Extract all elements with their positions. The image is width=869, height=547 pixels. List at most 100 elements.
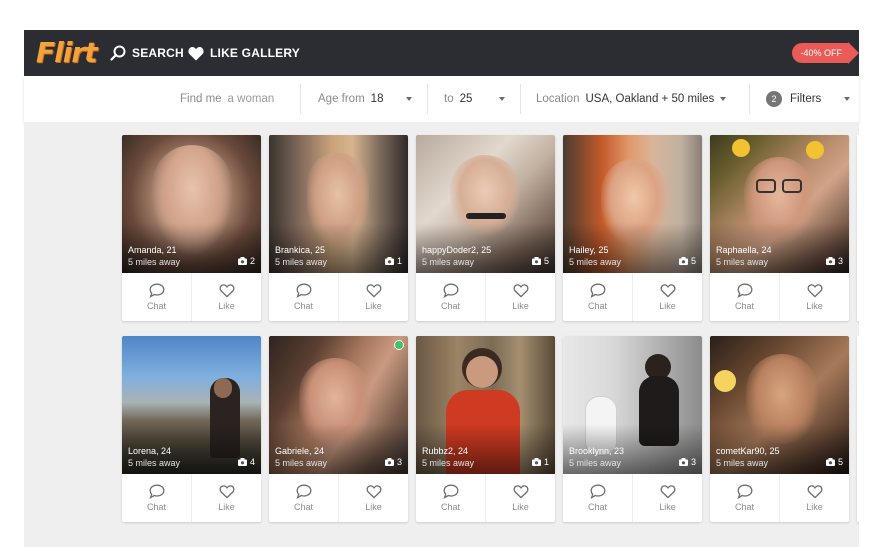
profile-name: Rubbz2, 24 xyxy=(422,446,469,456)
profile-card[interactable]: Raphaella, 24 5 miles away 3 Chat Like xyxy=(710,135,849,321)
chat-bubble-icon xyxy=(148,484,164,499)
filters-button[interactable]: 2 Filters xyxy=(766,86,852,112)
discount-promo-button[interactable]: -40% OFF xyxy=(792,42,859,64)
profile-distance: 5 miles away xyxy=(128,257,181,267)
card-actions: Chat Like xyxy=(269,273,408,321)
profile-card[interactable]: Gabriele, 24 5 miles away 3 Chat Like xyxy=(269,336,408,522)
like-button[interactable]: Like xyxy=(486,273,555,321)
chat-button[interactable]: Chat xyxy=(563,474,633,522)
like-button[interactable]: Like xyxy=(339,273,408,321)
nav-search[interactable]: SEARCH xyxy=(110,30,184,76)
heart-outline-icon xyxy=(513,485,528,499)
photo-count: 3 xyxy=(678,457,696,467)
camera-icon xyxy=(237,257,247,265)
chevron-down-icon xyxy=(406,97,412,101)
card-actions: Chat Like xyxy=(122,474,261,522)
like-button[interactable]: Like xyxy=(192,273,261,321)
find-me-filter[interactable]: Find me a woman xyxy=(180,86,274,112)
chat-button[interactable]: Chat xyxy=(122,474,192,522)
chat-button[interactable]: Chat xyxy=(269,474,339,522)
card-actions: Chat Like xyxy=(416,474,555,522)
profile-name: Hailey, 25 xyxy=(569,245,609,255)
profile-photo[interactable]: Gabriele, 24 5 miles away 3 xyxy=(269,336,408,474)
age-from-select[interactable]: Age from 18 xyxy=(318,86,418,112)
profile-card[interactable]: Rubbz2, 24 5 miles away 1 Chat Like xyxy=(416,336,555,522)
chat-button[interactable]: Chat xyxy=(269,273,339,321)
profile-name: Amanda, 21 xyxy=(128,245,177,255)
heart-outline-icon xyxy=(807,485,822,499)
profile-card-partial[interactable] xyxy=(857,135,859,321)
like-button[interactable]: Like xyxy=(780,474,849,522)
chat-bubble-icon xyxy=(442,283,458,298)
profile-card[interactable]: Hailey, 25 5 miles away 5 Chat Like xyxy=(563,135,702,321)
photo-count: 3 xyxy=(825,256,843,266)
photo-count: 3 xyxy=(384,457,402,467)
profile-distance: 5 miles away xyxy=(275,257,328,267)
chat-button[interactable]: Chat xyxy=(122,273,192,321)
chat-button[interactable]: Chat xyxy=(710,273,780,321)
location-select[interactable]: Location USA, Oakland + 50 miles xyxy=(536,86,726,112)
chat-bubble-icon xyxy=(442,484,458,499)
like-button[interactable]: Like xyxy=(633,474,702,522)
camera-icon xyxy=(678,257,688,265)
like-button[interactable]: Like xyxy=(339,474,408,522)
chevron-down-icon xyxy=(720,97,726,101)
logo-text: Flirt xyxy=(36,36,98,69)
profile-card[interactable]: cometKar90, 25 5 miles away 5 Chat Like xyxy=(710,336,849,522)
profile-photo[interactable]: Brooklynn, 23 5 miles away 3 xyxy=(563,336,702,474)
card-actions: Chat Like xyxy=(416,273,555,321)
profile-name: Brooklynn, 23 xyxy=(569,446,625,456)
heart-outline-icon xyxy=(660,284,675,298)
chat-button[interactable]: Chat xyxy=(563,273,633,321)
top-nav-bar: Flirt SEARCH LIKE GALLERY -40% OFF xyxy=(24,30,859,76)
heart-outline-icon xyxy=(660,485,675,499)
profile-distance: 5 miles away xyxy=(275,458,328,468)
nav-search-label: SEARCH xyxy=(132,46,184,60)
photo-count: 5 xyxy=(531,256,549,266)
chevron-down-icon xyxy=(499,97,505,101)
camera-icon xyxy=(384,458,394,466)
profile-distance: 5 miles away xyxy=(569,257,622,267)
chat-button[interactable]: Chat xyxy=(416,474,486,522)
profile-card[interactable]: Brooklynn, 23 5 miles away 3 Chat Like xyxy=(563,336,702,522)
profile-photo[interactable]: happyDoder2, 25 5 miles away 5 xyxy=(416,135,555,273)
chat-bubble-icon xyxy=(148,283,164,298)
chat-bubble-icon xyxy=(736,283,752,298)
profile-card[interactable]: happyDoder2, 25 5 miles away 5 Chat Like xyxy=(416,135,555,321)
profile-photo[interactable]: cometKar90, 25 5 miles away 5 xyxy=(710,336,849,474)
filters-label: Filters xyxy=(790,93,822,105)
age-to-select[interactable]: to 25 xyxy=(444,86,508,112)
divider xyxy=(300,84,301,114)
camera-icon xyxy=(384,257,394,265)
profile-photo[interactable]: Rubbz2, 24 5 miles away 1 xyxy=(416,336,555,474)
logo[interactable]: Flirt xyxy=(36,36,98,69)
profile-distance: 5 miles away xyxy=(422,458,475,468)
profile-card[interactable]: Amanda, 21 5 miles away 2 Chat Like xyxy=(122,135,261,321)
photo-count: 4 xyxy=(237,457,255,467)
promo-label: -40% OFF xyxy=(792,43,848,63)
chat-bubble-icon xyxy=(295,484,311,499)
divider xyxy=(520,84,521,114)
divider xyxy=(427,84,428,114)
profile-photo[interactable]: Hailey, 25 5 miles away 5 xyxy=(563,135,702,273)
photo-count: 2 xyxy=(237,256,255,266)
heart-outline-icon xyxy=(366,485,381,499)
profile-card-partial[interactable] xyxy=(857,336,859,522)
chat-button[interactable]: Chat xyxy=(710,474,780,522)
profile-photo[interactable]: Brankica, 25 5 miles away 1 xyxy=(269,135,408,273)
profile-card[interactable]: Lorena, 24 5 miles away 4 Chat Like xyxy=(122,336,261,522)
search-filter-bar: Find me a woman Age from 18 to 25 Locati… xyxy=(24,76,859,122)
chat-bubble-icon xyxy=(295,283,311,298)
chat-bubble-icon xyxy=(589,283,605,298)
profile-photo[interactable]: Raphaella, 24 5 miles away 3 xyxy=(710,135,849,273)
profile-photo[interactable]: Lorena, 24 5 miles away 4 xyxy=(122,336,261,474)
like-button[interactable]: Like xyxy=(486,474,555,522)
like-button[interactable]: Like xyxy=(633,273,702,321)
filters-count-badge: 2 xyxy=(766,91,782,107)
profile-card[interactable]: Brankica, 25 5 miles away 1 Chat Like xyxy=(269,135,408,321)
like-button[interactable]: Like xyxy=(192,474,261,522)
like-button[interactable]: Like xyxy=(780,273,849,321)
profile-photo[interactable]: Amanda, 21 5 miles away 2 xyxy=(122,135,261,273)
chat-button[interactable]: Chat xyxy=(416,273,486,321)
nav-like-gallery[interactable]: LIKE GALLERY xyxy=(188,30,300,76)
